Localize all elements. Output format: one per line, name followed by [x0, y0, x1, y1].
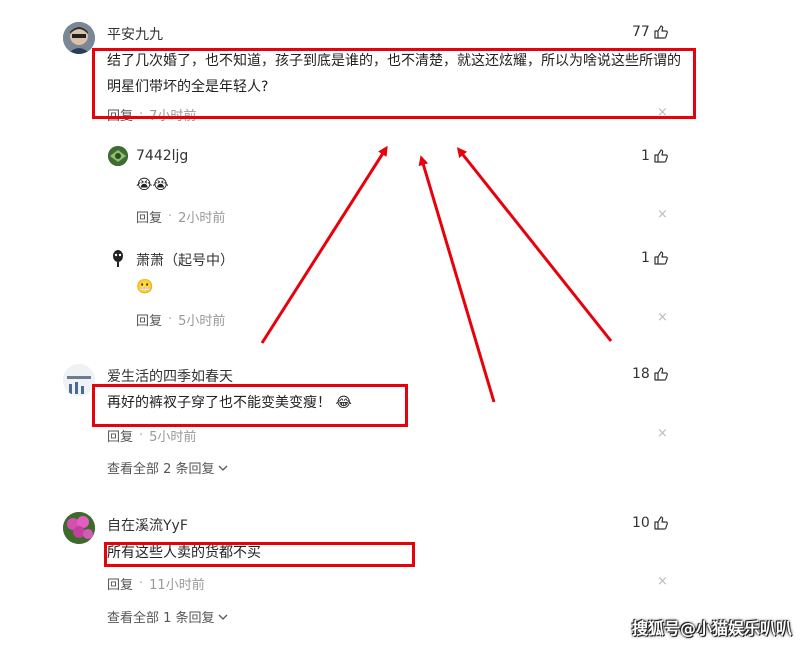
- arrow-line: [418, 155, 496, 403]
- watermark: 搜狐号@小猫娱乐叭叭: [631, 619, 792, 638]
- arrow-line: [456, 147, 613, 342]
- annotation-arrows: [260, 145, 613, 403]
- arrow-line: [260, 145, 388, 344]
